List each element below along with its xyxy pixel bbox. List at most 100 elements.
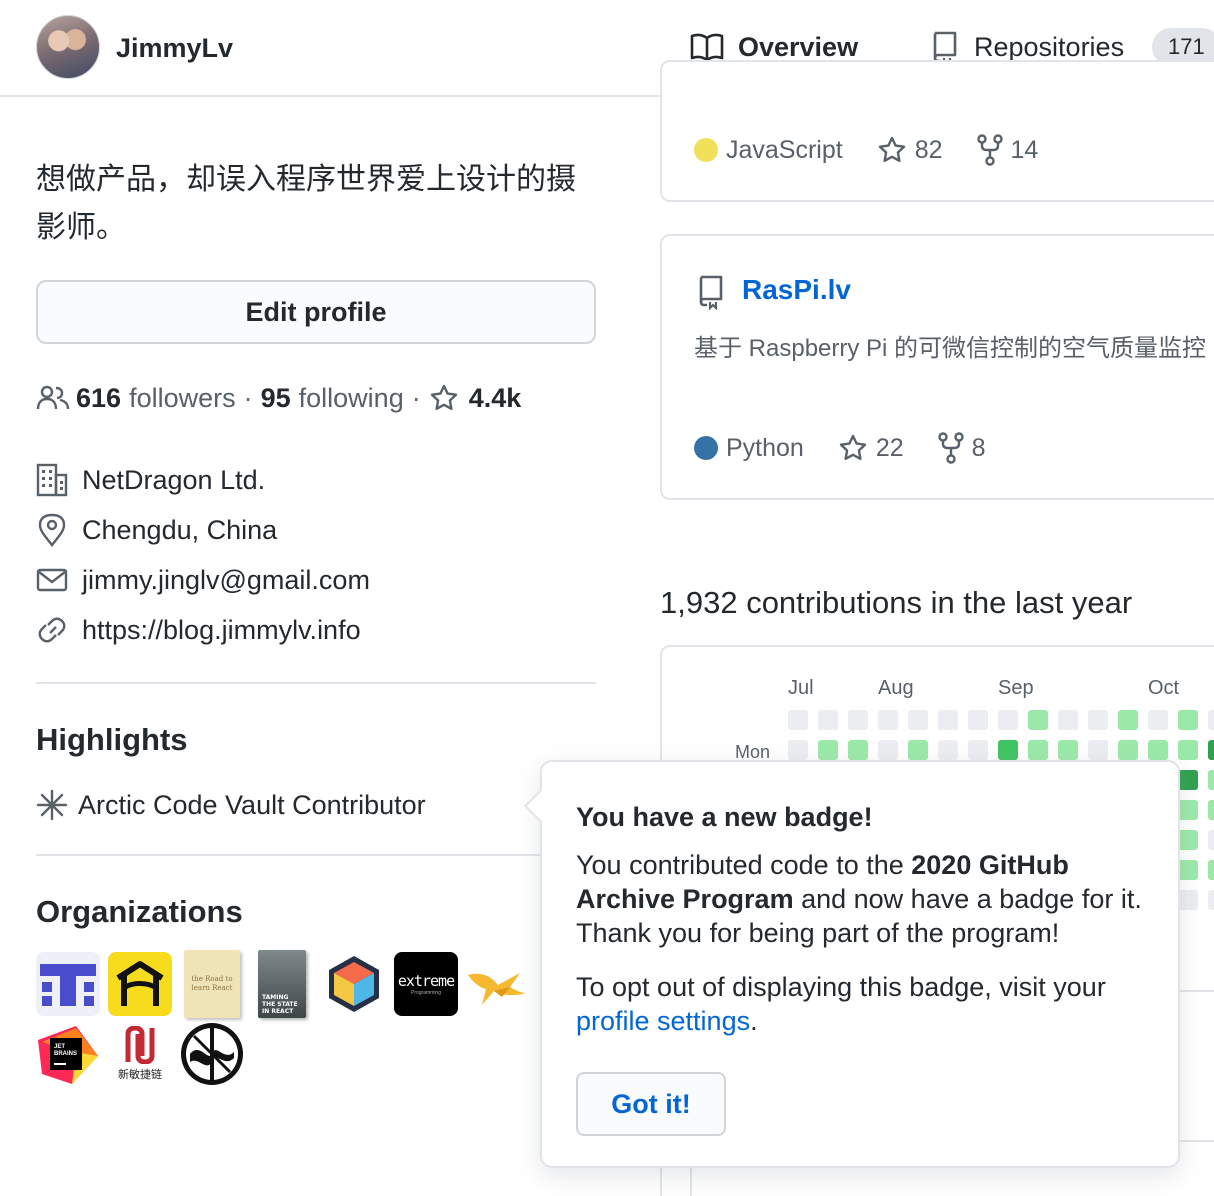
contribution-cell[interactable] [938,710,958,730]
section-divider [36,854,596,856]
contribution-cell[interactable] [1178,830,1198,850]
star-icon [878,136,905,162]
t-logo-icon [40,964,96,1006]
highlight-arctic-vault[interactable]: Arctic Code Vault Contributor [36,785,426,825]
contribution-cell[interactable] [818,740,838,760]
contribution-cell[interactable] [848,740,868,760]
profile-settings-link[interactable]: profile settings [576,1006,750,1036]
month-label: Jul [788,677,814,699]
people-icon [36,385,70,410]
org-jetbrains-logo[interactable]: JET BRAINS [36,1022,100,1086]
contribution-cell[interactable] [908,710,928,730]
contribution-cell[interactable] [1178,770,1198,790]
org-xinmin-logo[interactable]: 新敏捷链 [108,1022,172,1086]
contribution-cell[interactable] [788,740,808,760]
username[interactable]: JimmyLv [116,33,233,64]
repo-forks-link[interactable]: 14 [976,134,1038,166]
contribution-cell[interactable] [1178,740,1198,760]
email-link[interactable]: jimmy.jinglv@gmail.com [82,565,370,596]
contribution-cell[interactable] [1178,890,1198,910]
profile-bio: 想做产品，却误入程序世界爱上设计的摄影师。 [36,163,576,244]
edit-profile-button[interactable]: Edit profile [36,280,596,344]
contribution-cell[interactable] [1208,800,1214,820]
org-road-to-learn-react-logo[interactable]: the Road to learn React [184,950,240,1018]
contribution-cell[interactable] [1208,860,1214,880]
language-color-dot [694,138,718,162]
contribution-cell[interactable] [1148,740,1168,760]
popover-title: You have a new badge! [576,802,873,832]
follow-stats: 616 followers · 95 following · 4.4k [36,378,521,418]
new-badge-popover: You have a new badge! You contributed co… [524,760,1180,1168]
repo-stars-link[interactable]: 22 [838,433,904,463]
contribution-cell[interactable] [1028,740,1048,760]
contribution-cell[interactable] [1208,770,1214,790]
contribution-cell[interactable] [818,710,838,730]
contribution-cell[interactable] [908,740,928,760]
contribution-cell[interactable] [1208,710,1214,730]
org-extreme-programming-logo[interactable]: extreme Programming [394,952,458,1016]
stats-separator: · [411,382,421,413]
language-color-dot [694,436,718,460]
contribution-cell[interactable] [788,710,808,730]
tab-repositories-label: Repositories [974,31,1125,62]
stars-link[interactable]: 4.4k [429,382,522,414]
following-link[interactable]: 95 following [261,383,404,414]
contribution-cell[interactable] [1058,740,1078,760]
company-item: NetDragon Ltd. [36,460,265,500]
contribution-cell[interactable] [1118,710,1138,730]
contribution-cell[interactable] [878,710,898,730]
contribution-cell[interactable] [998,710,1018,730]
fork-icon [937,432,964,464]
repo-forks-link[interactable]: 8 [937,432,986,464]
pinned-repo-card: JavaScript 82 14 [660,60,1214,202]
contribution-cell[interactable] [878,740,898,760]
repo-name-link[interactable]: RasPi.lv [742,274,851,306]
contribution-cell[interactable] [968,710,988,730]
contribution-cell[interactable] [848,710,868,730]
contribution-cell[interactable] [1178,800,1198,820]
star-icon [839,434,867,460]
contribution-cell[interactable] [1208,740,1214,760]
house-logo-icon [116,961,164,1006]
contribution-cell[interactable] [1088,710,1108,730]
org-black-circle-logo[interactable] [180,1022,244,1086]
contribution-cell[interactable] [1088,740,1108,760]
org-house-logo[interactable] [108,952,172,1016]
org-cube-logo[interactable] [322,952,386,1016]
org-thoughtworks-t-logo[interactable] [36,952,100,1016]
contribution-cell[interactable] [1208,830,1214,850]
org-taming-state-logo[interactable]: TAMING THE STATE IN REACT [258,950,306,1018]
contribution-cell[interactable] [968,740,988,760]
followers-link[interactable]: 616 followers [76,383,236,414]
timeline-line [690,1168,692,1196]
contribution-cell[interactable] [1148,710,1168,730]
company-name: NetDragon Ltd. [82,464,266,495]
contribution-cell[interactable] [1208,890,1214,910]
following-label: following [298,382,404,413]
following-count: 95 [260,382,291,413]
contributions-title: 1,932 contributions in the last year [660,585,1133,620]
repo-meta: Python 22 8 [694,432,1020,464]
contribution-cell[interactable] [1118,740,1138,760]
contribution-cell[interactable] [1058,710,1078,730]
contribution-cell[interactable] [998,740,1018,760]
stars-count: 82 [914,135,943,164]
avatar[interactable] [36,15,100,79]
extreme-text: extreme [397,972,455,990]
org-yellow-bird-logo[interactable] [464,952,528,1016]
forks-count: 8 [971,433,986,462]
highlight-label: Arctic Code Vault Contributor [78,789,426,820]
link-icon [38,617,66,643]
language-name: JavaScript [726,135,843,164]
repo-stars-link[interactable]: 82 [877,135,943,165]
jetbrains-text: JET BRAINS [54,1044,78,1057]
contribution-cell[interactable] [1028,710,1048,730]
got-it-button[interactable]: Got it! [576,1072,726,1136]
website-link[interactable]: https://blog.jimmylv.info [82,615,361,646]
contribution-cell[interactable] [938,740,958,760]
fork-icon [976,134,1003,166]
pinned-repo-card: RasPi.lv 基于 Raspberry Pi 的可微信控制的空气质量监控 P… [660,234,1214,500]
contribution-cell[interactable] [1178,710,1198,730]
contribution-cell[interactable] [1178,860,1198,880]
stars-count: 4.4k [468,382,522,413]
